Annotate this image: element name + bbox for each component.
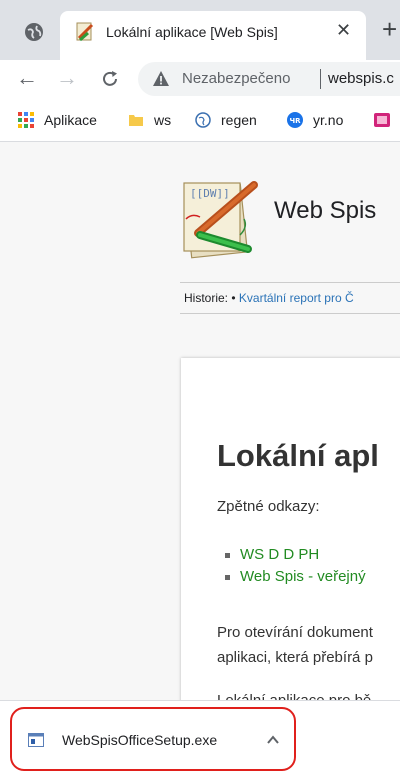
backlinks-list: WS D D PH Web Spis - veřejný [225,544,366,588]
bookmark-extra[interactable] [374,110,400,130]
bookmark-label: yr.no [313,112,344,128]
apps-grid-icon [18,112,34,128]
download-bar: WebSpisOfficeSetup.exe [0,700,400,774]
forward-arrow-icon[interactable]: → [56,64,78,92]
bookmarks-bar: Aplikace ws regen ЧR yr.no [0,98,400,142]
bookmark-label: Aplikace [44,112,97,128]
breadcrumb-separator: • [231,291,236,305]
backlinks-label: Zpětné odkazy: [217,498,320,515]
svg-text:[[DW]]: [[DW]] [190,187,230,200]
bookmark-favicon-icon [374,113,390,127]
list-item: WS D D PH [225,544,366,566]
svg-text:ЧR: ЧR [289,117,301,125]
bookmark-label: ws [154,112,172,128]
globe-icon [195,112,211,128]
bookmark-apps[interactable]: Aplikace [18,110,97,130]
bookmark-label: regen [221,112,257,128]
browser-tab[interactable]: Lokální aplikace [Web Spis] ✕ [60,11,366,60]
site-title[interactable]: Web Spis [274,197,376,225]
tab-strip: Lokální aplikace [Web Spis] ✕ + [0,0,400,60]
paragraph-line: Pro otevírání dokument [217,624,373,641]
tab-title: Lokální aplikace [Web Spis] [106,24,278,40]
download-filename: WebSpisOfficeSetup.exe [62,732,218,748]
reload-icon[interactable] [100,69,120,89]
backlink[interactable]: WS D D PH [240,546,319,563]
chevron-up-icon[interactable] [266,733,280,747]
new-tab-icon[interactable]: + [382,16,397,42]
address-bar[interactable]: Nezabezpečeno webspis.c [138,62,400,96]
web-page: [[DW]] Web Spis Historie: • Kvartální re… [0,142,400,700]
bookmark-regen[interactable]: regen [195,110,257,130]
bullet [225,552,230,558]
bookmark-yr[interactable]: ЧR yr.no [287,110,343,130]
globe-icon[interactable] [24,22,44,42]
breadcrumb-link[interactable]: Kvartální report pro Č [239,291,354,305]
address-separator [320,69,321,89]
content-panel: Lokální apl Zpětné odkazy: WS D D PH Web… [181,358,400,700]
folder-icon [129,115,143,126]
back-arrow-icon[interactable]: ← [16,64,38,92]
bookmark-ws[interactable]: ws [128,110,171,130]
dokuwiki-logo[interactable]: [[DW]] [178,175,264,261]
close-icon[interactable]: ✕ [336,20,351,41]
paragraph-line: aplikaci, která přebírá p [217,649,373,666]
installer-file-icon [28,733,44,747]
warning-icon[interactable] [152,70,170,88]
paragraph: Lokální aplikace pro bě [217,692,371,700]
download-item[interactable]: WebSpisOfficeSetup.exe [10,707,296,771]
breadcrumb: Historie: • Kvartální report pro Č [180,282,400,314]
url-text[interactable]: webspis.c [328,70,394,87]
backlink[interactable]: Web Spis - veřejný [240,568,366,585]
page-heading: Lokální apl [217,438,379,473]
breadcrumb-label: Historie: [184,291,229,305]
yr-icon: ЧR [287,112,303,128]
dokuwiki-favicon-icon [76,22,94,42]
list-item: Web Spis - veřejný [225,566,366,588]
security-status: Nezabezpečeno [182,70,291,87]
browser-toolbar: ← → Nezabezpečeno webspis.c [0,60,400,98]
paragraph: Pro otevírání dokument aplikaci, která p… [217,620,373,670]
bullet [225,574,230,580]
